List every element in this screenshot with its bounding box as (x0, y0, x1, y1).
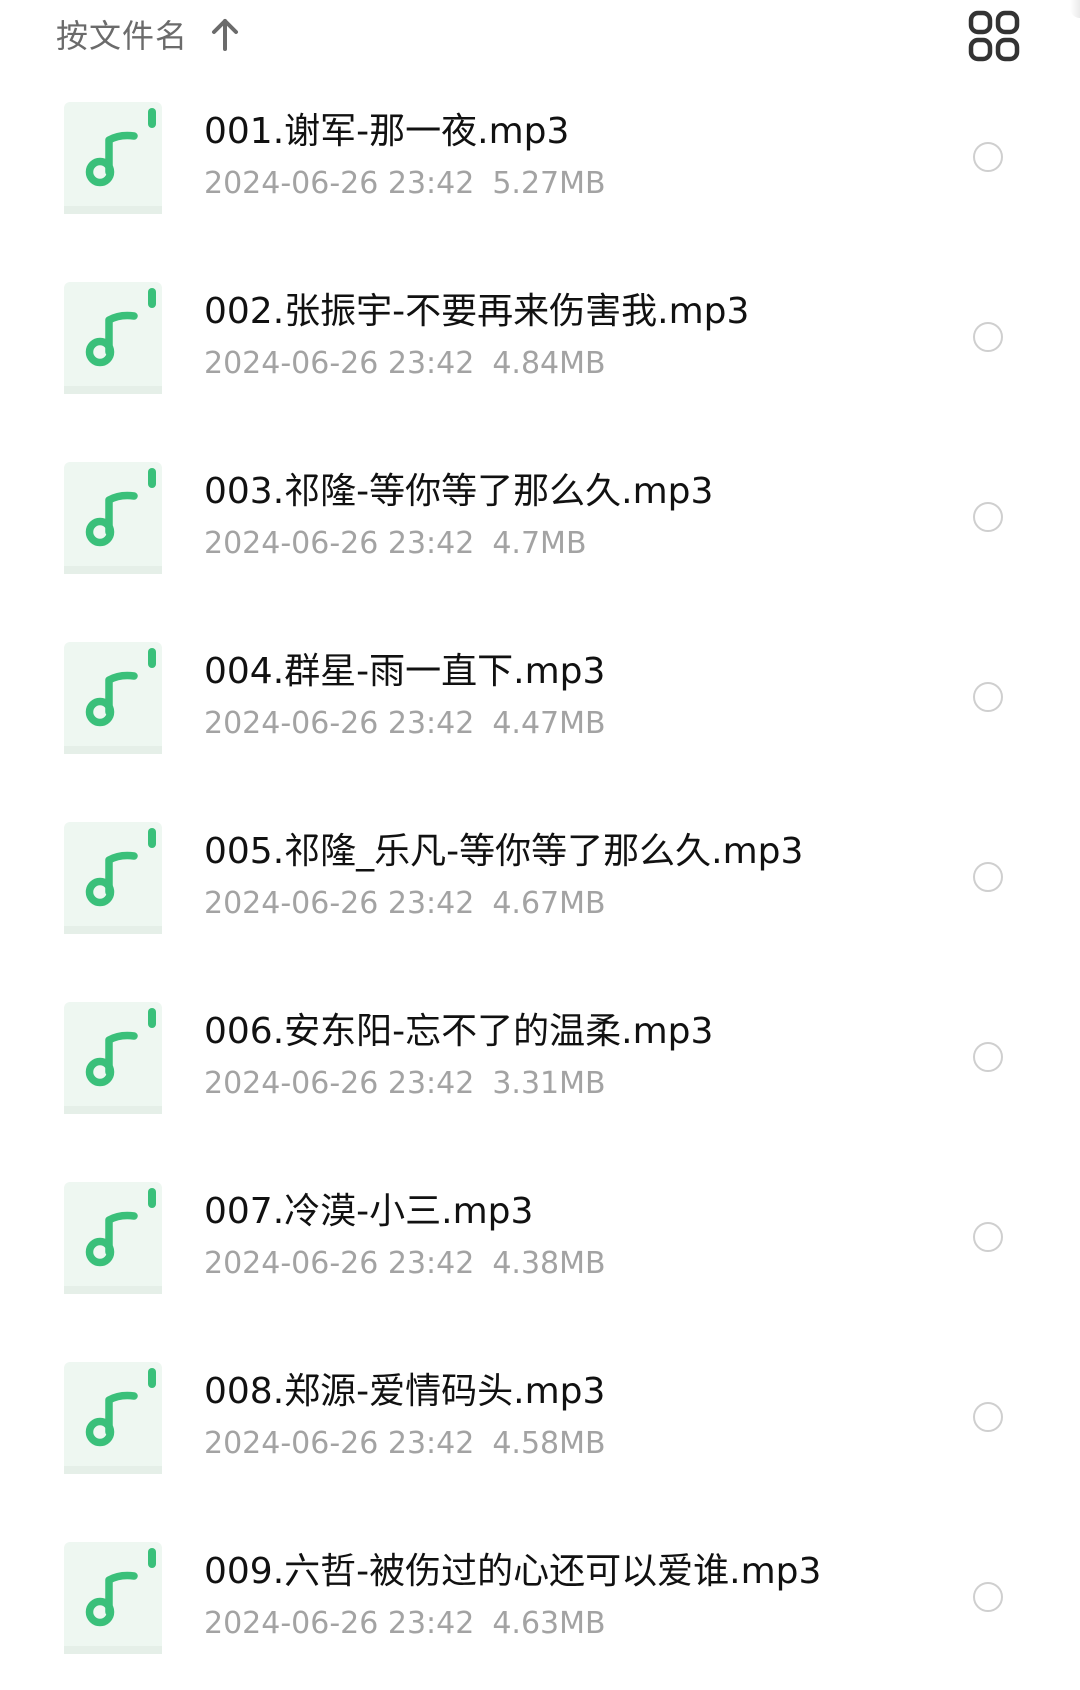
file-name: 002.张振宇-不要再来伤害我.mp3 (204, 291, 750, 332)
file-meta: 2024-06-26 23:42 4.7MB (204, 526, 587, 562)
music-note-icon (64, 1362, 162, 1474)
file-meta: 2024-06-26 23:42 5.27MB (204, 166, 606, 202)
list-item[interactable]: 009.六哲-被伤过的心还可以爱谁.mp3 2024-06-26 23:42 4.… (0, 1510, 1080, 1690)
music-note-icon (64, 102, 162, 214)
file-name: 001.谢军-那一夜.mp3 (204, 111, 570, 152)
select-checkbox[interactable] (973, 1402, 1003, 1432)
file-date: 2024-06-26 23:42 (204, 166, 475, 201)
music-note-icon (64, 1182, 162, 1294)
file-size: 4.7MB (492, 526, 587, 561)
file-name: 003.祁隆-等你等了那么久.mp3 (204, 471, 714, 512)
select-checkbox[interactable] (973, 1582, 1003, 1612)
file-date: 2024-06-26 23:42 (204, 1606, 475, 1641)
file-name: 005.祁隆_乐凡-等你等了那么久.mp3 (204, 831, 804, 872)
music-note-icon (64, 462, 162, 574)
file-meta: 2024-06-26 23:42 4.58MB (204, 1426, 606, 1462)
file-date: 2024-06-26 23:42 (204, 1426, 475, 1461)
music-note-icon (64, 1002, 162, 1114)
list-item[interactable]: 001.谢军-那一夜.mp3 2024-06-26 23:42 5.27MB (0, 70, 1080, 250)
select-checkbox[interactable] (973, 322, 1003, 352)
music-note-icon (64, 822, 162, 934)
select-checkbox[interactable] (973, 502, 1003, 532)
list-item[interactable]: 005.祁隆_乐凡-等你等了那么久.mp3 2024-06-26 23:42 4.… (0, 790, 1080, 970)
list-item[interactable]: 002.张振宇-不要再来伤害我.mp3 2024-06-26 23:42 4.84… (0, 250, 1080, 430)
file-size: 4.47MB (492, 706, 606, 741)
file-date: 2024-06-26 23:42 (204, 706, 475, 741)
arrow-up-icon (188, 17, 240, 51)
file-date: 2024-06-26 23:42 (204, 346, 475, 381)
list-item[interactable]: 004.群星-雨一直下.mp3 2024-06-26 23:42 4.47MB (0, 610, 1080, 790)
music-note-icon (64, 1542, 162, 1654)
file-meta: 2024-06-26 23:42 3.31MB (204, 1066, 606, 1102)
file-date: 2024-06-26 23:42 (204, 1066, 475, 1101)
file-meta: 2024-06-26 23:42 4.38MB (204, 1246, 606, 1282)
toolbar: 按文件名 (0, 0, 1080, 70)
file-meta: 2024-06-26 23:42 4.84MB (204, 346, 606, 382)
file-name: 006.安东阳-忘不了的温柔.mp3 (204, 1011, 714, 1052)
sort-by-name-button[interactable]: 按文件名 (56, 10, 240, 58)
music-note-icon (64, 642, 162, 754)
file-meta: 2024-06-26 23:42 4.47MB (204, 706, 606, 742)
file-size: 4.67MB (492, 886, 606, 921)
file-meta: 2024-06-26 23:42 4.67MB (204, 886, 606, 922)
file-date: 2024-06-26 23:42 (204, 526, 475, 561)
file-list: 001.谢军-那一夜.mp3 2024-06-26 23:42 5.27MB 00… (0, 70, 1080, 1690)
select-checkbox[interactable] (973, 682, 1003, 712)
file-name: 008.郑源-爱情码头.mp3 (204, 1371, 606, 1412)
file-date: 2024-06-26 23:42 (204, 886, 475, 921)
list-item[interactable]: 007.冷漠-小三.mp3 2024-06-26 23:42 4.38MB (0, 1150, 1080, 1330)
file-size: 4.84MB (492, 346, 606, 381)
list-item[interactable]: 003.祁隆-等你等了那么久.mp3 2024-06-26 23:42 4.7MB (0, 430, 1080, 610)
file-size: 4.63MB (492, 1606, 606, 1641)
file-size: 4.38MB (492, 1246, 606, 1281)
file-name: 009.六哲-被伤过的心还可以爱谁.mp3 (204, 1551, 822, 1592)
music-note-icon (64, 282, 162, 394)
grid-view-icon[interactable] (968, 10, 1020, 62)
file-meta: 2024-06-26 23:42 4.63MB (204, 1606, 606, 1642)
file-date: 2024-06-26 23:42 (204, 1246, 475, 1281)
file-name: 007.冷漠-小三.mp3 (204, 1191, 534, 1232)
select-checkbox[interactable] (973, 1042, 1003, 1072)
select-checkbox[interactable] (973, 142, 1003, 172)
sort-label: 按文件名 (56, 17, 189, 55)
list-item[interactable]: 006.安东阳-忘不了的温柔.mp3 2024-06-26 23:42 3.31M… (0, 970, 1080, 1150)
select-checkbox[interactable] (973, 1222, 1003, 1252)
select-checkbox[interactable] (973, 862, 1003, 892)
list-item[interactable]: 008.郑源-爱情码头.mp3 2024-06-26 23:42 4.58MB (0, 1330, 1080, 1510)
file-size: 4.58MB (492, 1426, 606, 1461)
file-size: 5.27MB (492, 166, 606, 201)
file-name: 004.群星-雨一直下.mp3 (204, 651, 606, 692)
file-size: 3.31MB (492, 1066, 606, 1101)
